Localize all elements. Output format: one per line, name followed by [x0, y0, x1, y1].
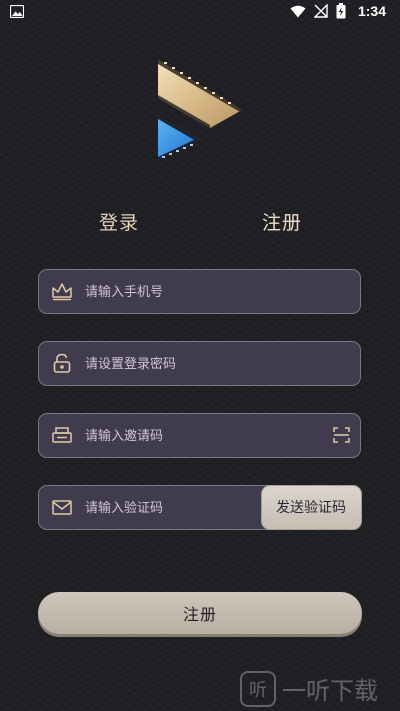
- register-button[interactable]: 注册: [38, 592, 362, 634]
- invite-card-icon: [52, 427, 72, 443]
- verification-code-input[interactable]: [83, 486, 257, 530]
- status-bar: 1:34: [0, 0, 400, 24]
- play-film-logo: [158, 60, 242, 160]
- battery-charging-icon: [336, 3, 346, 19]
- register-screen: 1:34 登录 注册 请输入手机号 请输入邀请码 请输入验证码 发送验证码 注册…: [0, 0, 400, 711]
- phone-input[interactable]: [83, 270, 307, 314]
- no-signal-icon: [313, 4, 328, 18]
- password-input[interactable]: [83, 342, 307, 386]
- wifi-icon: [290, 5, 306, 17]
- status-icons: 1:34: [290, 3, 386, 19]
- verification-code-field[interactable]: 发送验证码: [38, 484, 362, 530]
- mail-icon: [52, 500, 72, 515]
- invite-input[interactable]: [83, 414, 307, 458]
- phone-field[interactable]: [38, 269, 361, 314]
- password-field[interactable]: [38, 341, 361, 386]
- scan-icon[interactable]: [333, 427, 350, 443]
- image-icon: [10, 5, 24, 18]
- watermark: 听 一听下载: [240, 666, 400, 711]
- send-code-button[interactable]: 发送验证码: [260, 484, 362, 530]
- crown-icon: [52, 283, 72, 301]
- status-time: 1:34: [357, 3, 386, 19]
- lock-icon: [53, 353, 71, 373]
- tab-register[interactable]: 注册: [262, 208, 302, 235]
- tab-login[interactable]: 登录: [99, 208, 139, 235]
- watermark-text: 一听下载: [282, 677, 378, 705]
- invite-field[interactable]: [38, 413, 361, 458]
- watermark-badge: 听: [240, 670, 276, 707]
